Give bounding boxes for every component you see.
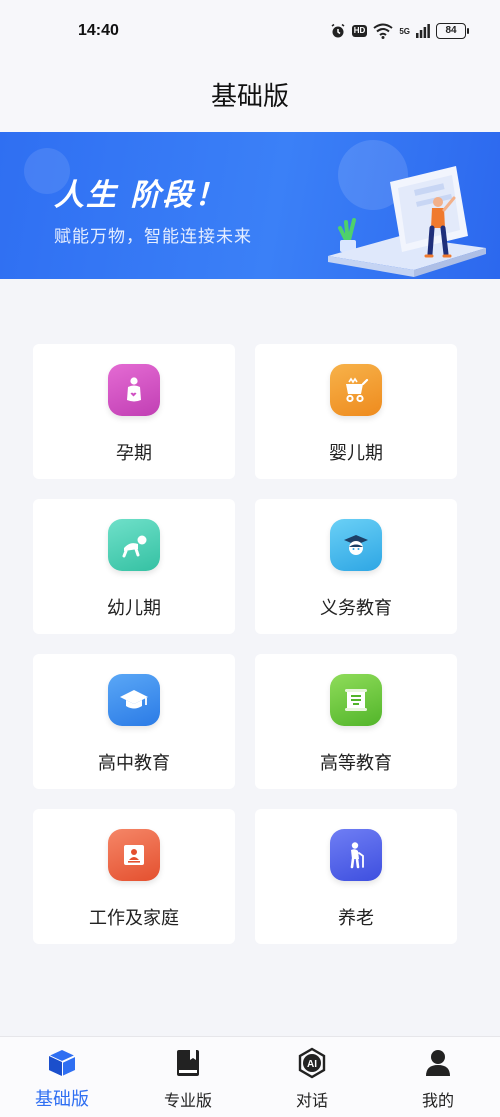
nav-tab-basic[interactable]: 基础版 [12,1037,112,1117]
stage-label: 工作及家庭 [89,908,179,929]
stage-card-infant[interactable]: 婴儿期 [255,344,457,479]
book-icon [177,1050,199,1076]
nav-label: 专业版 [163,1091,212,1110]
stage-label: 养老 [338,908,374,929]
status-icons: HD 5G 84 [330,20,469,42]
nav-tab-chat[interactable]: AI 对话 [262,1037,362,1117]
stage-card-pregnancy[interactable]: 孕期 [33,344,235,479]
nav-label: 我的 [421,1091,454,1110]
profile-icon [426,1050,450,1076]
signal-icon [416,24,430,38]
stage-label: 幼儿期 [107,598,161,619]
ai-chat-icon: AI [298,1047,326,1079]
hd-badge: HD [351,25,368,37]
bottom-nav: 基础版 专业版 AI 对话 我的 [0,1036,500,1117]
crawling-baby-icon [108,519,160,571]
network-type: 5G [399,26,410,36]
stage-card-high-school[interactable]: 高中教育 [33,654,235,789]
banner-title: 人生 阶段！ [54,178,227,213]
banner-illustration [328,166,486,277]
life-stage-grid: 孕期 婴儿期 幼儿期 义务教育 高中教育 高等教育 工作及家庭 养老 [33,344,458,944]
wifi-icon [373,23,393,39]
nav-tab-mine[interactable]: 我的 [388,1037,488,1117]
stage-label: 义务教育 [320,598,392,619]
stage-label: 高等教育 [320,753,392,774]
work-id-icon [108,829,160,881]
svg-text:AI: AI [307,1059,317,1070]
hero-banner[interactable]: 人生 阶段！ 赋能万物，智能连接未来 [0,132,500,279]
nav-tab-pro[interactable]: 专业版 [138,1037,238,1117]
elderly-icon [330,829,382,881]
stage-label: 孕期 [116,443,152,464]
battery-indicator: 84 [436,23,469,39]
cube-icon [48,1050,76,1076]
status-bar: 14:40 HD 5G 84 [0,0,500,62]
stage-label: 婴儿期 [329,443,383,464]
nav-label: 基础版 [35,1089,89,1110]
stroller-icon [330,364,382,416]
stage-card-higher-education[interactable]: 高等教育 [255,654,457,789]
stage-card-toddler[interactable]: 幼儿期 [33,499,235,634]
stage-card-work-family[interactable]: 工作及家庭 [33,809,235,944]
banner-subtitle: 赋能万物，智能连接未来 [54,227,252,247]
stage-label: 高中教育 [98,753,170,774]
pregnancy-icon [108,364,160,416]
status-time: 14:40 [78,22,119,39]
stage-card-elderly-care[interactable]: 养老 [255,809,457,944]
alarm-icon [331,23,345,38]
graduation-cap-icon [108,674,160,726]
page-title: 基础版 [210,82,289,112]
scroll-icon [330,674,382,726]
student-icon [330,519,382,571]
stage-card-compulsory-education[interactable]: 义务教育 [255,499,457,634]
nav-label: 对话 [295,1091,328,1110]
header: 基础版 [0,62,500,132]
